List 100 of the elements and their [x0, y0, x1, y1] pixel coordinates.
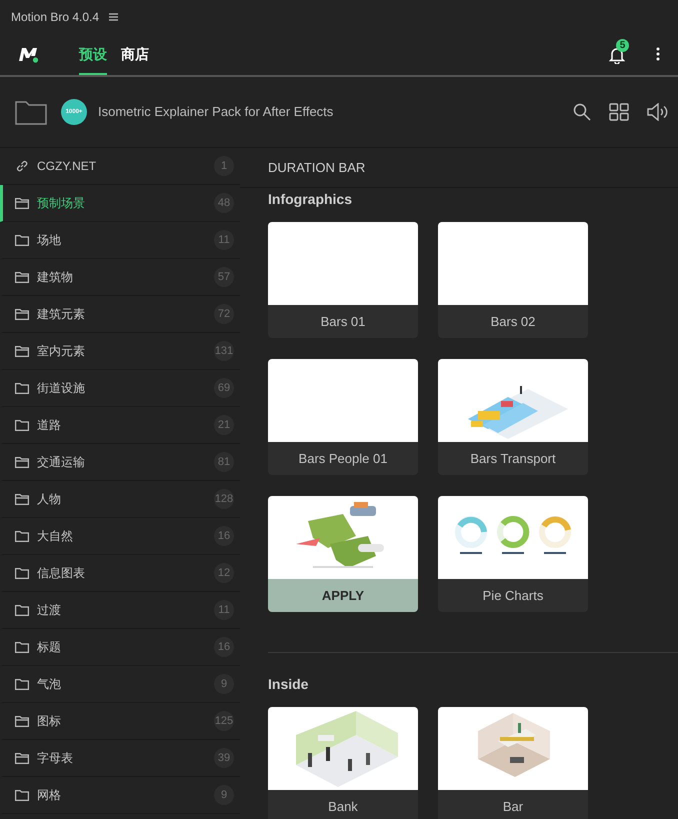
app-title: Motion Bro 4.0.4 [11, 8, 100, 26]
item-count: 11 [214, 600, 234, 620]
sidebar-item[interactable]: 道路 21 [0, 407, 240, 444]
sidebar-label: 场地 [37, 232, 61, 249]
sidebar-label: CGZY.NET [37, 158, 96, 175]
sidebar-item[interactable]: 标题 16 [0, 629, 240, 666]
link-icon [15, 159, 29, 173]
grid-icon[interactable] [609, 103, 629, 121]
item-count: 69 [214, 378, 234, 398]
app-logo [18, 45, 40, 63]
folder-icon [15, 234, 29, 246]
folder-icon [15, 382, 29, 394]
item-count: 9 [214, 674, 234, 694]
more-icon[interactable] [656, 47, 660, 61]
sidebar-label: 字母表 [37, 750, 73, 767]
item-count: 16 [214, 526, 234, 546]
sidebar-label: 大自然 [37, 528, 73, 545]
card-title: Bars Transport [469, 450, 557, 468]
item-count: 131 [214, 341, 234, 361]
card-title: Bar [502, 798, 524, 816]
notifications-button[interactable]: 5 [609, 39, 630, 64]
folder-icon [15, 642, 29, 652]
preset-card[interactable]: Bars 02 [438, 222, 588, 338]
sidebar-label: 网格 [37, 787, 61, 804]
sidebar-item[interactable]: 预制场景 48 [0, 185, 240, 222]
sidebar-item[interactable]: 过渡 11 [0, 592, 240, 629]
item-count: 125 [214, 711, 234, 731]
item-count: 11 [214, 230, 234, 250]
search-icon[interactable] [573, 103, 591, 121]
folder-icon [15, 568, 29, 578]
sidebar-item[interactable]: CGZY.NET 1 [0, 148, 240, 185]
folders-icon [15, 456, 29, 468]
folder-icon [15, 678, 29, 690]
card-title: Bars 02 [490, 312, 536, 331]
item-count: 21 [214, 415, 234, 435]
folder-icon [15, 420, 29, 430]
menu-icon[interactable] [109, 12, 118, 20]
item-count: 128 [214, 489, 234, 509]
sidebar-label: 图标 [37, 713, 61, 730]
nav-tab[interactable]: 商店 [121, 33, 149, 75]
sidebar-item[interactable]: 街道设施 69 [0, 370, 240, 407]
apply-button[interactable]: APPLY [268, 579, 418, 612]
sidebar-item[interactable]: 场地 11 [0, 222, 240, 259]
sidebar-label: 信息图表 [37, 565, 85, 582]
sidebar-item[interactable]: 信息图表 12 [0, 555, 240, 592]
sidebar-item[interactable]: 大自然 16 [0, 518, 240, 555]
sidebar-label: 标题 [37, 639, 61, 656]
preset-card[interactable]: Bars People 01 [268, 359, 418, 475]
card-title: Bank [327, 798, 359, 816]
preset-card[interactable]: Bank [268, 707, 418, 819]
folder-icon[interactable] [15, 100, 47, 124]
folders-icon [15, 346, 29, 356]
section-header: DURATION BAR [268, 158, 366, 177]
preset-card[interactable]: Bars Transport [438, 359, 588, 475]
card-title: Bars 01 [320, 312, 366, 331]
sidebar-label: 道路 [37, 417, 61, 434]
sidebar-label: 人物 [37, 491, 61, 508]
folder-icon [15, 790, 29, 800]
preset-card[interactable]: Bars 01 [268, 222, 418, 338]
folders-icon [15, 198, 29, 208]
sidebar-item[interactable]: 建筑元素 72 [0, 296, 240, 333]
item-count: 48 [214, 193, 234, 213]
sidebar-item[interactable]: 气泡 9 [0, 666, 240, 703]
sidebar-label: 街道设施 [37, 380, 85, 397]
item-count: 9 [214, 785, 234, 805]
item-count: 81 [214, 452, 234, 472]
folder-icon [15, 604, 29, 616]
sidebar-label: 建筑元素 [37, 306, 85, 323]
sidebar-item[interactable]: 建筑物 57 [0, 259, 240, 296]
sidebar-item[interactable]: 字母表 39 [0, 740, 240, 777]
folders-icon [15, 752, 29, 764]
preset-card[interactable]: Pie Charts [438, 496, 588, 612]
folders-icon [15, 272, 29, 282]
sidebar-item[interactable]: 室内元素 131 [0, 333, 240, 370]
item-count: 72 [214, 304, 234, 324]
speaker-icon[interactable] [647, 103, 668, 121]
item-count: 12 [214, 563, 234, 583]
pack-title: Isometric Explainer Pack for After Effects [98, 103, 334, 122]
sidebar-label: 室内元素 [37, 343, 85, 360]
item-count: 16 [214, 637, 234, 657]
sidebar-label: 预制场景 [37, 195, 85, 212]
card-title: Bars People 01 [298, 450, 388, 468]
sidebar-label: 交通运输 [37, 454, 85, 471]
folders-icon [15, 308, 29, 320]
card-title: Pie Charts [482, 586, 544, 605]
folders-icon [15, 716, 29, 726]
sidebar-item[interactable]: 交通运输 81 [0, 444, 240, 481]
sidebar-label: 建筑物 [37, 269, 73, 286]
sidebar-item[interactable]: 人物 128 [0, 481, 240, 518]
sidebar-label: 过渡 [37, 602, 61, 619]
item-count: 39 [214, 748, 234, 768]
item-count: 1 [214, 156, 234, 176]
sidebar-item[interactable]: 网格 9 [0, 777, 240, 814]
preset-card[interactable]: APPLY [268, 496, 418, 612]
sidebar-item[interactable]: 图标 125 [0, 703, 240, 740]
folder-icon [15, 530, 29, 542]
sidebar-label: 气泡 [37, 676, 61, 693]
category-title: Infographics [268, 190, 354, 208]
preset-card[interactable]: Bar [438, 707, 588, 819]
nav-tab[interactable]: 预设 [79, 33, 107, 75]
